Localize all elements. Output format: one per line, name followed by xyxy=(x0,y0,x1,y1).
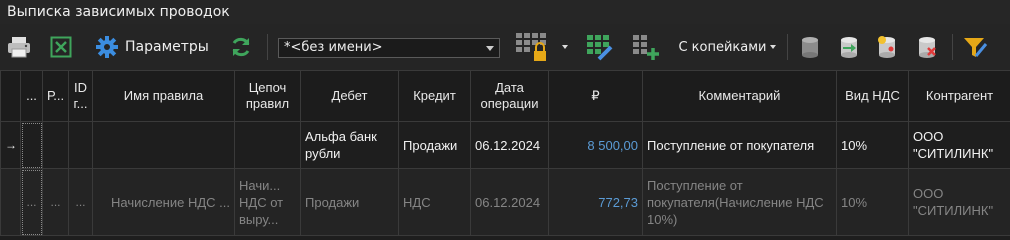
grid-add-icon xyxy=(633,35,659,60)
chevron-down-icon xyxy=(562,45,568,49)
toolbar-separator xyxy=(787,34,788,60)
toolbar: Параметры *<без имени> С копейками xyxy=(0,24,1010,70)
db-button[interactable] xyxy=(796,24,824,70)
print-button[interactable] xyxy=(3,24,35,70)
name-combo[interactable]: *<без имени> xyxy=(278,38,500,58)
table-cell[interactable] xyxy=(42,121,69,169)
toolbar-separator xyxy=(952,34,953,60)
table-cell[interactable]: Продажи xyxy=(300,168,399,236)
column-header[interactable]: ... xyxy=(20,70,43,122)
db-icon xyxy=(802,37,818,58)
table-cell[interactable]: 10% xyxy=(836,121,909,169)
chevron-down-icon xyxy=(486,46,494,51)
excel-icon xyxy=(50,36,72,58)
parameters-label: Параметры xyxy=(125,39,209,55)
entries-table: ... Р... ID г... Имя правила Цепоч прави… xyxy=(0,70,1010,236)
refresh-button[interactable] xyxy=(226,24,256,70)
print-icon xyxy=(8,37,30,58)
table-cell[interactable]: Продажи xyxy=(398,121,471,169)
row-indicator-icon xyxy=(0,168,21,236)
db-sync-icon xyxy=(841,37,857,58)
toolbar-separator xyxy=(267,34,268,60)
table-cell[interactable]: 772,73 xyxy=(548,168,643,236)
grid-edit-button[interactable] xyxy=(583,24,617,70)
column-header[interactable]: Контрагент xyxy=(908,70,1010,122)
name-combo-value: *<без имени> xyxy=(284,40,383,55)
table-cell[interactable]: 06.12.2024 xyxy=(470,168,549,236)
grid-edit-icon xyxy=(587,35,613,61)
grid-lock-button[interactable] xyxy=(512,24,574,70)
db-new-icon xyxy=(878,36,895,58)
window-title: Выписка зависимых проводок xyxy=(0,0,1010,24)
table-header-row: ... Р... ID г... Имя правила Цепоч прави… xyxy=(0,70,1010,122)
table-cell[interactable]: 06.12.2024 xyxy=(470,121,549,169)
grid-add-button[interactable] xyxy=(628,24,662,70)
table-cell[interactable]: 10% xyxy=(836,168,909,236)
column-header[interactable]: Дата операции xyxy=(470,70,549,122)
table-row[interactable]: → Альфа банк рубли Продажи 06.12.2024 8 … xyxy=(0,121,1010,169)
kopeks-label: С копейками xyxy=(678,39,767,55)
column-header[interactable]: Цепоч правил xyxy=(234,70,301,122)
column-header[interactable]: Кредит xyxy=(398,70,471,122)
db-delete-icon xyxy=(919,37,936,58)
column-header[interactable]: Вид НДС xyxy=(836,70,909,122)
filter-icon xyxy=(964,38,988,57)
gear-icon xyxy=(96,36,118,58)
table-cell[interactable]: 8 500,00 xyxy=(548,121,643,169)
kopeks-dropdown[interactable]: С копейками xyxy=(674,24,780,70)
chevron-down-icon xyxy=(769,45,776,49)
column-header[interactable]: Дебет xyxy=(300,70,399,122)
table-cell[interactable]: НДС xyxy=(398,168,471,236)
db-new-button[interactable] xyxy=(873,24,901,70)
column-header[interactable]: ₽ xyxy=(548,70,643,122)
column-header[interactable]: Имя правила xyxy=(92,70,235,122)
table-cell[interactable]: Начисление НДС ... xyxy=(92,168,235,236)
table-cell[interactable]: Начи... НДС от выру... xyxy=(234,168,301,236)
table-cell[interactable]: ... xyxy=(68,168,93,236)
table-cell[interactable]: Поступление от покупателя(Начисление НДС… xyxy=(642,168,837,236)
parameters-button[interactable]: Параметры xyxy=(95,24,217,70)
table-cell[interactable]: Альфа банк рубли xyxy=(300,121,399,169)
column-header[interactable]: Комментарий xyxy=(642,70,837,122)
db-sync-button[interactable] xyxy=(835,24,863,70)
row-indicator-header xyxy=(0,70,21,122)
table-row[interactable]: ... ... ... Начисление НДС ... Начи... Н… xyxy=(0,168,1010,236)
table-cell[interactable]: ... xyxy=(42,168,69,236)
table-cell[interactable]: ООО "СИТИЛИНК" xyxy=(908,121,1010,169)
column-header[interactable]: ID г... xyxy=(68,70,93,122)
table-cell[interactable] xyxy=(92,121,235,169)
table-cell[interactable] xyxy=(234,121,301,169)
table-cell[interactable]: ... xyxy=(20,168,43,236)
row-indicator-icon: → xyxy=(0,121,21,169)
export-excel-button[interactable] xyxy=(47,24,75,70)
refresh-icon xyxy=(232,37,250,57)
filter-button[interactable] xyxy=(960,24,990,70)
table-cell[interactable]: Поступление от покупателя xyxy=(642,121,837,169)
column-header[interactable]: Р... xyxy=(42,70,69,122)
grid-lock-icon xyxy=(516,33,546,61)
table-cell[interactable] xyxy=(68,121,93,169)
table-cell[interactable] xyxy=(20,121,43,169)
db-delete-button[interactable] xyxy=(913,24,941,70)
table-cell[interactable]: ООО "СИТИЛИНК" xyxy=(908,168,1010,236)
